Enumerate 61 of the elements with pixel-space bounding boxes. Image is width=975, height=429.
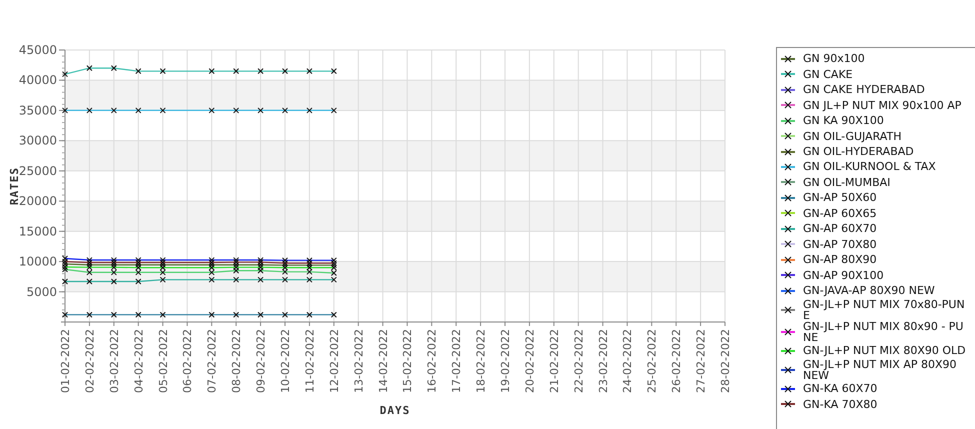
- y-tick-label: 20000: [18, 194, 57, 208]
- legend-label: GN OIL-KURNOOL & TAX: [803, 161, 937, 172]
- legend-label: GN OIL-MUMBAI: [803, 176, 892, 188]
- legend-label: GN OIL-GUJARATH: [803, 130, 902, 142]
- x-tick-label: 08-02-2022: [230, 329, 244, 393]
- x-tick-label: 18-02-2022: [474, 329, 488, 393]
- x-tick-label: 06-02-2022: [181, 329, 194, 393]
- legend-label: GN-JL+P NUT MIX AP 80X90 NEW: [803, 358, 958, 381]
- y-tick-label: 25000: [18, 164, 57, 178]
- legend-label: GN-AP 80X90: [803, 254, 878, 266]
- x-tick-label: 01-02-2022: [59, 329, 72, 393]
- x-tick-label: 15-02-2022: [401, 329, 414, 393]
- legend-label: GN CAKE: [803, 68, 854, 80]
- x-tick-label: 21-02-2022: [548, 329, 561, 393]
- x-tick-label: 20-02-2022: [523, 329, 536, 393]
- x-tick-label: 14-02-2022: [376, 329, 390, 393]
- x-tick-label: 19-02-2022: [499, 329, 512, 393]
- legend-label: GN CAKE HYDERABAD: [803, 84, 926, 96]
- legend-label: GN-KA 60X70: [803, 383, 878, 394]
- legend-label: GN KA 90X100: [803, 115, 885, 126]
- legend-label: GN-JL+P NUT MIX 70x80-PUNE: [803, 298, 966, 321]
- legend-label: GN-AP 70X80: [803, 238, 878, 250]
- legend-label: GN-AP 90X100: [803, 270, 885, 281]
- x-tick-label: 24-02-2022: [621, 329, 634, 393]
- y-tick-label: 30000: [18, 134, 57, 148]
- x-tick-label: 17-02-2022: [450, 329, 464, 393]
- x-tick-label: 25-02-2022: [646, 329, 659, 393]
- x-tick-label: 13-02-2022: [352, 329, 366, 393]
- y-tick-label: 10000: [18, 254, 57, 269]
- x-tick-label: 07-02-2022: [206, 329, 219, 393]
- x-tick-label: 23-02-2022: [596, 329, 610, 393]
- legend-label: GN-AP 60X70: [803, 223, 878, 234]
- y-tick-label: 15000: [18, 224, 57, 238]
- legend-label: GN-KA 70X80: [803, 398, 878, 410]
- legend-label: GN-JL+P NUT MIX 80x90 - PUNE: [803, 321, 964, 344]
- x-tick-label: 26-02-2022: [670, 329, 684, 393]
- x-tick-label: 22-02-2022: [572, 329, 586, 393]
- x-tick-label: 05-02-2022: [156, 329, 170, 393]
- x-tick-label: 16-02-2022: [426, 329, 439, 393]
- legend-label: GN OIL-HYDERABAD: [803, 146, 915, 157]
- x-tick-label: 11-02-2022: [303, 329, 316, 393]
- legend-label: GN-AP 60X65: [803, 208, 878, 219]
- x-tick-label: 03-02-2022: [108, 329, 121, 393]
- legend-label: GN 90x100: [803, 53, 866, 64]
- legend-label: GN JL+P NUT MIX 90x100 AP: [803, 100, 962, 111]
- y-tick-label: 5000: [26, 284, 57, 299]
- y-tick-label: 45000: [18, 43, 57, 57]
- x-tick-label: 12-02-2022: [328, 329, 341, 393]
- x-tick-label: 28-02-2022: [719, 329, 732, 393]
- x-tick-label: 04-02-2022: [132, 329, 146, 393]
- x-tick-label: 02-02-2022: [83, 329, 96, 393]
- legend-label: GN-JAVA-AP 80X90 NEW: [803, 285, 936, 296]
- x-tick-label: 27-02-2022: [694, 329, 708, 393]
- x-axis-title: DAYS: [380, 404, 410, 417]
- x-tick-label: 10-02-2022: [279, 329, 292, 393]
- x-tick-label: 09-02-2022: [254, 329, 268, 393]
- legend-label: GN-JL+P NUT MIX 80X90 OLD: [803, 345, 967, 356]
- y-tick-label: 40000: [18, 73, 57, 88]
- legend-label: GN-AP 50X60: [803, 192, 878, 204]
- y-axis-title: RATES: [8, 166, 21, 206]
- y-tick-label: 35000: [18, 103, 57, 118]
